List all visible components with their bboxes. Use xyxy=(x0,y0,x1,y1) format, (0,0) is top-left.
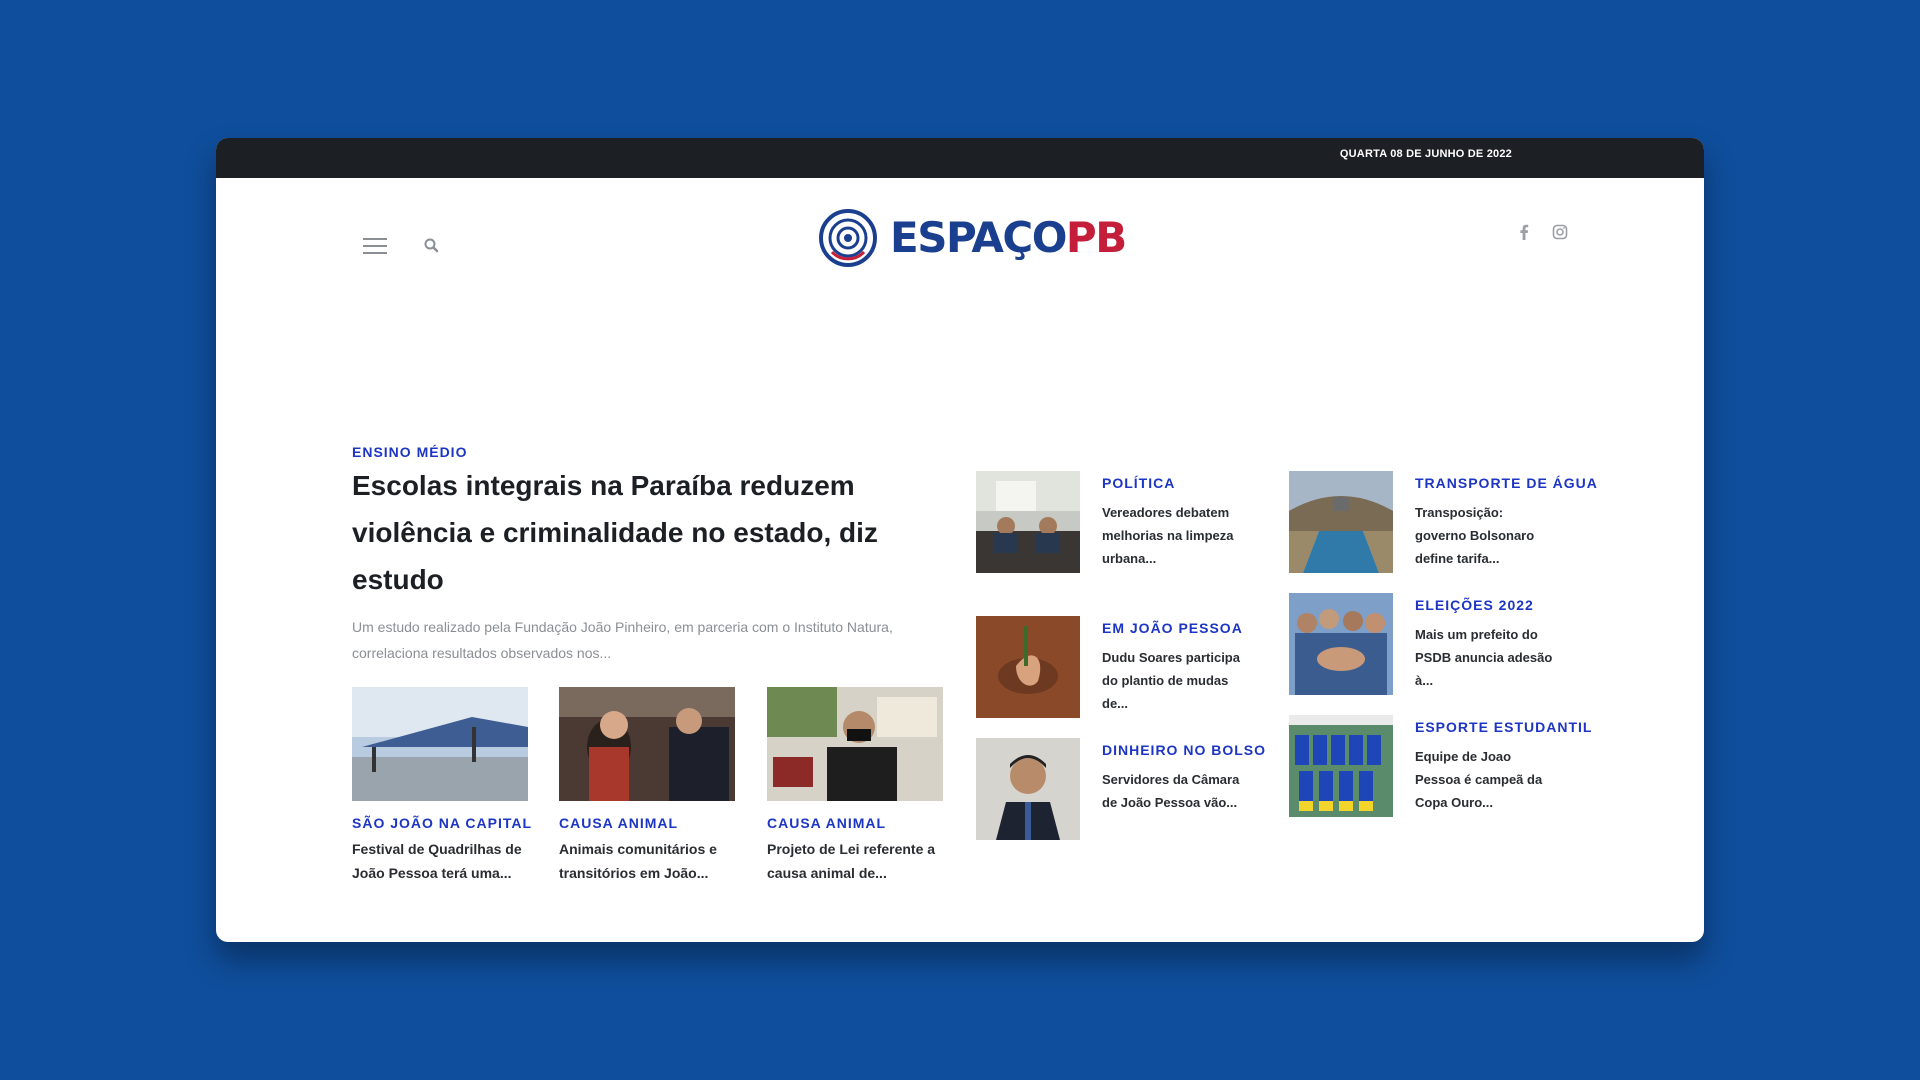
site-logo[interactable]: ESPAÇOPB xyxy=(818,206,1127,270)
list-title[interactable]: Vereadores debatem melhorias na limpeza … xyxy=(1102,501,1242,570)
list-category[interactable]: EM JOÃO PESSOA xyxy=(1102,620,1243,636)
list-item: DINHEIRO NO BOLSO Servidores da Câmara d… xyxy=(976,738,1286,848)
card-category[interactable]: CAUSA ANIMAL xyxy=(767,815,943,831)
card-image[interactable] xyxy=(559,687,735,801)
list-image[interactable] xyxy=(1289,715,1393,817)
card-image[interactable] xyxy=(767,687,943,801)
lead-category[interactable]: ENSINO MÉDIO xyxy=(352,444,467,460)
list-title[interactable]: Transposição: governo Bolsonaro define t… xyxy=(1415,501,1555,570)
list-image[interactable] xyxy=(976,616,1080,718)
list-image[interactable] xyxy=(976,471,1080,573)
list-image[interactable] xyxy=(1289,593,1393,695)
list-category[interactable]: POLÍTICA xyxy=(1102,475,1175,491)
card-image[interactable] xyxy=(352,687,528,801)
list-item: POLÍTICA Vereadores debatem melhorias na… xyxy=(976,471,1286,581)
list-item: EM JOÃO PESSOA Dudu Soares participa do … xyxy=(976,616,1286,726)
logo-text-part2: PB xyxy=(1065,213,1127,262)
list-title[interactable]: Dudu Soares participa do plantio de muda… xyxy=(1102,646,1242,715)
list-item: ELEIÇÕES 2022 Mais um prefeito do PSDB a… xyxy=(1289,593,1599,703)
list-title[interactable]: Mais um prefeito do PSDB anuncia adesão … xyxy=(1415,623,1555,692)
instagram-icon[interactable] xyxy=(1550,222,1570,242)
card-title[interactable]: Festival de Quadrilhas de João Pessoa te… xyxy=(352,837,528,885)
list-category[interactable]: DINHEIRO NO BOLSO xyxy=(1102,742,1266,758)
logo-text-part1: ESPAÇO xyxy=(890,213,1067,262)
card-category[interactable]: CAUSA ANIMAL xyxy=(559,815,735,831)
card-title[interactable]: Projeto de Lei referente a causa animal … xyxy=(767,837,943,885)
list-image[interactable] xyxy=(976,738,1080,840)
list-title[interactable]: Equipe de Joao Pessoa é campeã da Copa O… xyxy=(1415,745,1555,814)
list-image[interactable] xyxy=(1289,471,1393,573)
facebook-icon[interactable] xyxy=(1514,222,1534,242)
list-title[interactable]: Servidores da Câmara de João Pessoa vão.… xyxy=(1102,768,1242,814)
list-item: TRANSPORTE DE ÁGUA Transposição: governo… xyxy=(1289,471,1599,581)
hamburger-icon[interactable] xyxy=(363,238,387,256)
logo-text: ESPAÇOPB xyxy=(890,217,1127,259)
logo-mark-icon xyxy=(819,209,877,267)
top-bar: QUARTA 08 DE JUNHO DE 2022 xyxy=(216,138,1704,178)
list-category[interactable]: ESPORTE ESTUDANTIL xyxy=(1415,719,1592,735)
list-category[interactable]: TRANSPORTE DE ÁGUA xyxy=(1415,475,1598,491)
search-icon[interactable] xyxy=(422,236,442,256)
card-title[interactable]: Animais comunitários e transitórios em J… xyxy=(559,837,735,885)
card-category[interactable]: SÃO JOÃO NA CAPITAL xyxy=(352,815,531,831)
lead-excerpt: Um estudo realizado pela Fundação João P… xyxy=(352,619,893,661)
current-date: QUARTA 08 DE JUNHO DE 2022 xyxy=(1339,148,1512,160)
social-links xyxy=(1514,222,1570,242)
browser-window: QUARTA 08 DE JUNHO DE 2022 ESPAÇOPB ENSI… xyxy=(216,138,1704,942)
card-item: CAUSA ANIMAL Projeto de Lei referente a … xyxy=(767,687,943,885)
list-item: ESPORTE ESTUDANTIL Equipe de Joao Pessoa… xyxy=(1289,715,1599,825)
card-item: SÃO JOÃO NA CAPITAL Festival de Quadrilh… xyxy=(352,687,531,885)
lead-title[interactable]: Escolas integrais na Paraíba reduzem vio… xyxy=(352,462,952,603)
card-item: CAUSA ANIMAL Animais comunitários e tran… xyxy=(559,687,735,885)
list-category[interactable]: ELEIÇÕES 2022 xyxy=(1415,597,1534,613)
